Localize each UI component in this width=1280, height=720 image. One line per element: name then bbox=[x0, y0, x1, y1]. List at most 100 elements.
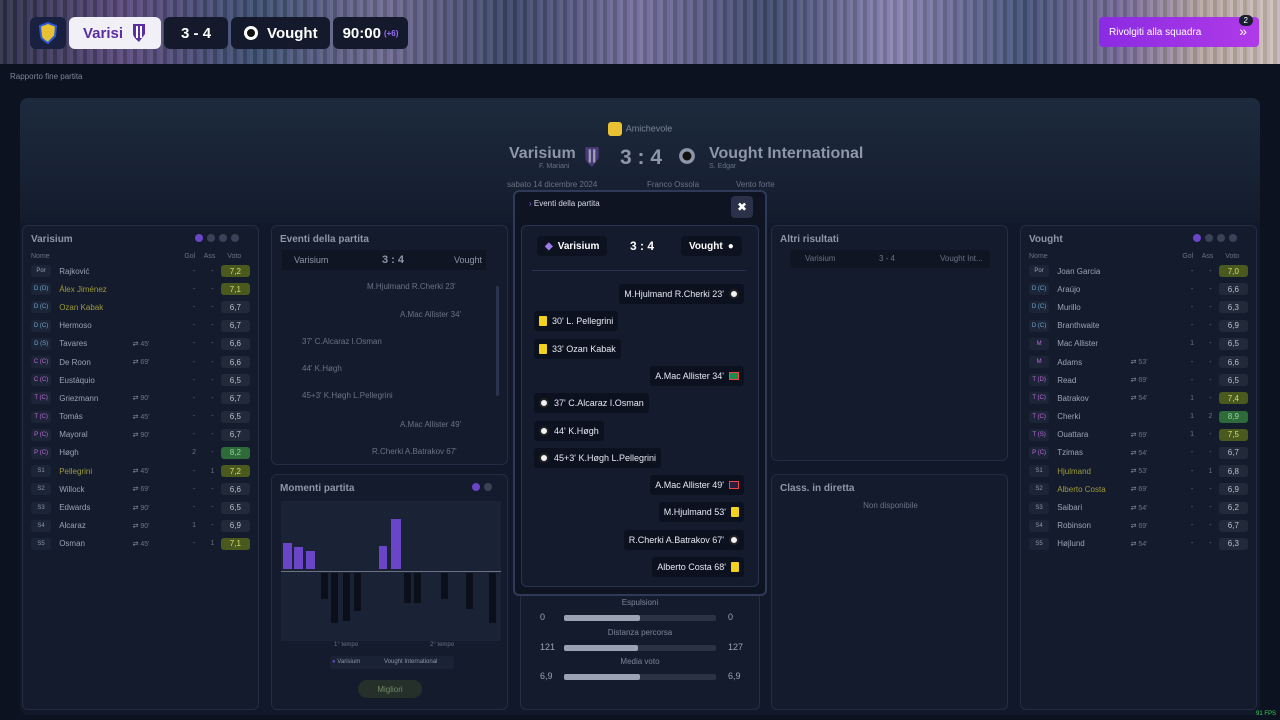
stat-home: 0 bbox=[540, 612, 546, 622]
player-row[interactable]: S3 Saibari ⇄ 54' - -6,2 bbox=[1029, 498, 1249, 516]
player-row[interactable]: D (D) Álex Jiménez - -7,1 bbox=[31, 280, 251, 298]
goals: - bbox=[192, 376, 196, 384]
player-row[interactable]: P (C) Høgh 2 -8,2 bbox=[31, 444, 251, 462]
assists: 1 bbox=[210, 467, 215, 475]
substitution-time: ⇄ 69' bbox=[1131, 431, 1182, 439]
player-row[interactable]: Por Joan Garcia - -7,0 bbox=[1029, 262, 1249, 280]
player-row[interactable]: D (C) Murillo - -6,3 bbox=[1029, 298, 1249, 316]
away-lineup-pager[interactable] bbox=[1193, 234, 1237, 242]
position-badge: S5 bbox=[1029, 537, 1050, 550]
player-row[interactable]: S4 Alcaraz ⇄ 90' 1 -6,9 bbox=[31, 517, 251, 535]
goals: - bbox=[1190, 449, 1194, 457]
position-badge: S3 bbox=[31, 501, 52, 514]
player-name: Osman bbox=[59, 539, 85, 549]
match-event: A.Mac Allister 49' bbox=[650, 475, 744, 496]
player-row[interactable]: T (D) Read ⇄ 69' - -6,5 bbox=[1029, 371, 1249, 389]
player-row[interactable]: S1 Pellegrini ⇄ 45' - 1 7,2 bbox=[31, 462, 251, 480]
rating-badge: 6,3 bbox=[1218, 537, 1249, 550]
col-voto: Voto bbox=[1225, 252, 1240, 260]
modal-score: 3 : 4 bbox=[630, 239, 655, 253]
player-row[interactable]: S5 Højlund ⇄ 54' - -6,3 bbox=[1029, 535, 1249, 553]
player-row[interactable]: S2 Alberto Costa ⇄ 69' - -6,9 bbox=[1029, 480, 1249, 498]
substitution-minute: 53' bbox=[1138, 468, 1148, 476]
position-badge: S5 bbox=[31, 537, 52, 550]
rating-badge: 6,7 bbox=[1218, 519, 1249, 532]
player-row[interactable]: T (C) Tomás ⇄ 45' - -6,5 bbox=[31, 408, 251, 426]
best-players-button[interactable]: Migliori bbox=[358, 680, 422, 698]
events-scrollbar[interactable] bbox=[496, 286, 499, 396]
player-row[interactable]: C (C) Eustáquio - -6,5 bbox=[31, 371, 251, 389]
away-lineup-card: Vought Nome Gol Ass Voto Por Joan Garcia - -7,… bbox=[1020, 225, 1257, 710]
talk-to-team-label: Rivolgiti alla squadra bbox=[1109, 26, 1202, 38]
player-row[interactable]: P (C) Tzimas ⇄ 54' - -6,7 bbox=[1029, 444, 1249, 462]
col-ass: Ass bbox=[1201, 252, 1214, 260]
player-name: Adams bbox=[1057, 357, 1083, 367]
player-row[interactable]: S3 Edwards ⇄ 90' - -6,5 bbox=[31, 498, 251, 516]
substitution-time: ⇄ 53' bbox=[1131, 467, 1182, 475]
player-name: Ozan Kabak bbox=[59, 302, 104, 312]
player-name: Murillo bbox=[1057, 302, 1081, 312]
rating-badge: 6,7 bbox=[220, 301, 251, 314]
event-text: A.Mac Allister 49' bbox=[655, 480, 724, 491]
position-badge: D (D) bbox=[31, 283, 52, 296]
player-row[interactable]: D (S) Tavares ⇄ 45' - -6,6 bbox=[31, 335, 251, 353]
talk-to-team-button[interactable]: Rivolgiti alla squadra» 2 bbox=[1099, 15, 1259, 47]
assists: - bbox=[211, 285, 214, 293]
player-row[interactable]: T (C) Griezmann ⇄ 90' - -6,7 bbox=[31, 389, 251, 407]
event-text: 45+3' K.Høgh L.Pellegrini bbox=[554, 452, 657, 463]
player-row[interactable]: P (C) Mayoral ⇄ 90' - -6,7 bbox=[31, 426, 251, 444]
goals: - bbox=[192, 267, 196, 275]
yellow-card-icon bbox=[731, 507, 739, 518]
position-badge: P (C) bbox=[31, 428, 52, 441]
assists: - bbox=[1209, 522, 1212, 530]
player-row[interactable]: D (C) Branthwaite - -6,9 bbox=[1029, 317, 1249, 335]
assists: - bbox=[211, 413, 214, 421]
player-row[interactable]: D (C) Ozan Kabak - -6,7 bbox=[31, 298, 251, 316]
player-row[interactable]: C (C) De Roon ⇄ 69' - -6,6 bbox=[31, 353, 251, 371]
rating-badge: 6,7 bbox=[220, 319, 251, 332]
player-row[interactable]: M Mac Allister 1 -6,5 bbox=[1029, 335, 1249, 353]
other-results-card: Altri risultati Varisium 3 - 4 Vought In… bbox=[771, 225, 1008, 461]
live-table-card: Class. in diretta Non disponibile bbox=[771, 474, 1008, 710]
player-row[interactable]: D (C) Hermoso - -6,7 bbox=[31, 317, 251, 335]
event-text: 37' C.Alcaraz I.Osman bbox=[554, 398, 644, 409]
assists: - bbox=[211, 394, 214, 402]
rating-badge: 6,9 bbox=[1218, 483, 1249, 496]
player-row[interactable]: Por Rajković - -7,2 bbox=[31, 262, 251, 280]
bg-event: R.Cherki A.Batrakov 67' bbox=[372, 447, 457, 456]
player-row[interactable]: S5 Osman ⇄ 45' - 1 7,1 bbox=[31, 535, 251, 553]
moments-chart bbox=[281, 501, 501, 641]
player-row[interactable]: S4 Robinson ⇄ 69' - -6,7 bbox=[1029, 517, 1249, 535]
bg-event: A.Mac Allister 49' bbox=[400, 420, 462, 429]
away-crest-icon: ● bbox=[727, 240, 734, 252]
assists: - bbox=[1209, 322, 1212, 330]
moments-pager[interactable] bbox=[472, 483, 492, 491]
stat-home: 121 bbox=[540, 641, 556, 652]
goals: - bbox=[1190, 303, 1194, 311]
close-button[interactable]: ✖ bbox=[731, 196, 753, 218]
goals: - bbox=[1190, 322, 1194, 330]
player-name: Eustáquio bbox=[59, 375, 95, 385]
home-lineup-pager[interactable] bbox=[195, 234, 239, 242]
player-row[interactable]: D (C) Araújo - -6,6 bbox=[1029, 280, 1249, 298]
result-away: Vought Int... bbox=[940, 254, 983, 263]
rating-badge: 6,5 bbox=[1218, 374, 1249, 387]
player-row[interactable]: T (S) Ouattara ⇄ 69' 1 -7,5 bbox=[1029, 426, 1249, 444]
substitution-time: ⇄ 54' bbox=[1131, 394, 1182, 402]
position-badge: S2 bbox=[1029, 483, 1050, 496]
player-row[interactable]: T (C) Batrakov ⇄ 54' 1 -7,4 bbox=[1029, 389, 1249, 407]
player-row[interactable]: S2 Willock ⇄ 69' - -6,6 bbox=[31, 480, 251, 498]
goals: 1 bbox=[1190, 340, 1194, 348]
varisium-crest-icon bbox=[133, 24, 146, 42]
player-row[interactable]: M Adams ⇄ 53' - -6,6 bbox=[1029, 353, 1249, 371]
player-row[interactable]: T (C) Cherki 1 2 8,9 bbox=[1029, 408, 1249, 426]
player-row[interactable]: S1 Hjulmand ⇄ 53' - 1 6,8 bbox=[1029, 462, 1249, 480]
position-badge: T (C) bbox=[31, 392, 52, 405]
substitution-minute: 45' bbox=[140, 540, 150, 548]
moments-title: Momenti partita bbox=[280, 483, 355, 494]
substitution-icon bbox=[729, 371, 739, 380]
goals: - bbox=[1190, 467, 1194, 475]
away-lineup-title: Vought bbox=[1029, 234, 1063, 245]
goals: - bbox=[1190, 540, 1194, 548]
match-moments-card: Momenti partita 1° tempo 2° tempo ● Vari… bbox=[271, 474, 508, 710]
